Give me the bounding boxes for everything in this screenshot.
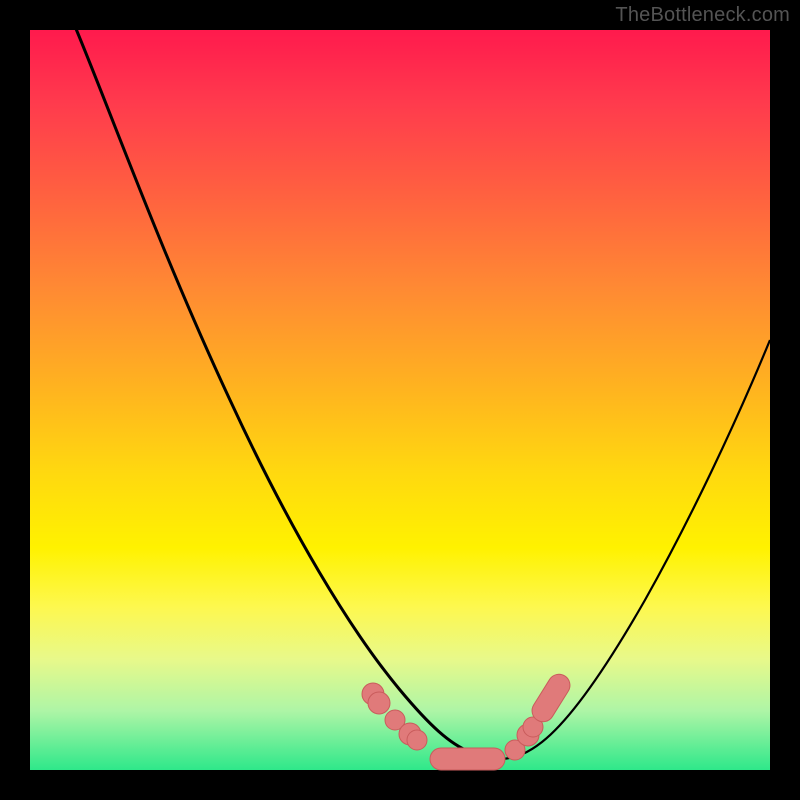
marker-trough-pill — [430, 748, 505, 770]
chart-plot-area — [30, 30, 770, 770]
marker-group — [362, 670, 574, 770]
marker-left-1b — [368, 692, 390, 714]
watermark-text: TheBottleneck.com — [615, 4, 790, 27]
chart-svg — [30, 30, 770, 770]
outer-frame: TheBottleneck.com — [0, 0, 800, 800]
marker-left-3b — [407, 730, 427, 750]
left-curve — [74, 24, 502, 759]
